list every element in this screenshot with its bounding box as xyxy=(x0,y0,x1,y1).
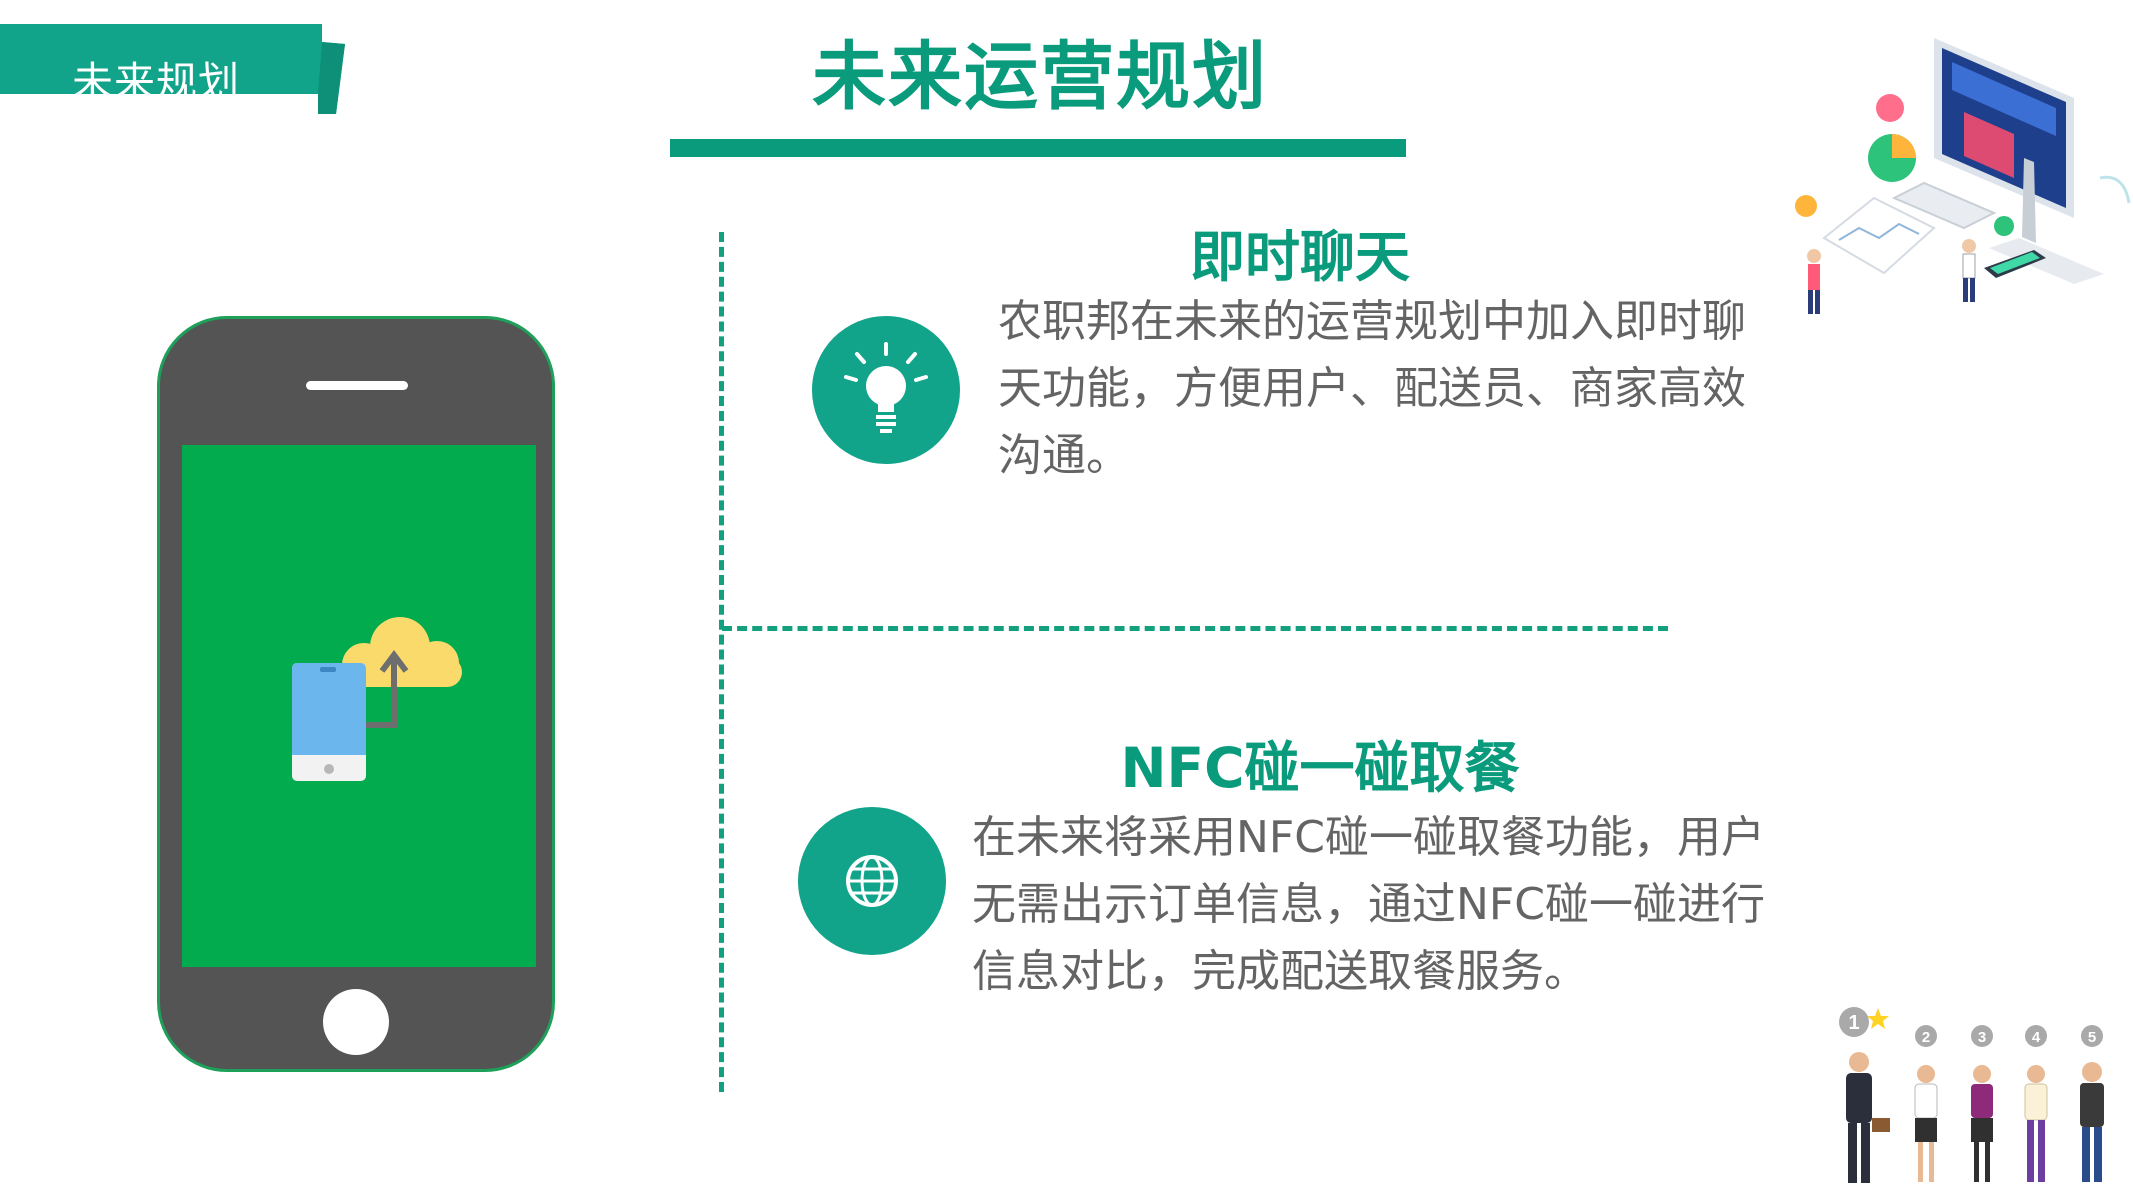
feature-description-chat: 农职邦在未来的运营规划中加入即时聊天功能，方便用户、配送员、商家高效沟通。 xyxy=(998,296,1746,481)
feature-title-chat: 即时聊天 xyxy=(1189,225,1410,289)
ranking-people-illustration: 1 2 3 4 5 xyxy=(1839,1007,2104,1183)
horizontal-divider xyxy=(722,626,1668,631)
tech-illustration xyxy=(1795,38,2131,314)
rank-label-1: 1 xyxy=(1848,1012,1859,1034)
lightbulb-icon xyxy=(844,342,928,433)
section-tab-label: 未来规划 xyxy=(72,58,240,106)
feature-description-nfc: 在未来将采用NFC碰一碰取餐功能，用户无需出示订单信息，通过NFC碰一碰进行信息… xyxy=(972,812,1765,997)
feature-icon-circle-nfc xyxy=(798,807,946,955)
page-title: 未来运营规划 xyxy=(812,34,1268,120)
phone-home-button xyxy=(323,989,389,1055)
feature-title-nfc: NFC碰一碰取餐 xyxy=(1120,736,1520,800)
rank-label-3: 3 xyxy=(1978,1029,1986,1046)
rank-label-4: 4 xyxy=(2032,1029,2041,1046)
vertical-divider xyxy=(719,232,724,1092)
rank-label-2: 2 xyxy=(1922,1029,1930,1046)
phone-screen xyxy=(182,445,536,967)
phone-illustration xyxy=(157,316,555,1072)
section-tab: 未来规划 xyxy=(0,24,345,114)
rank-label-5: 5 xyxy=(2088,1029,2096,1046)
title-underline xyxy=(670,139,1406,157)
feature-icon-circle-chat xyxy=(812,316,960,464)
slide: 未来规划 未来运营规划 即时聊天 农职邦在未来的运营规划中加入即时聊天功能，方便… xyxy=(0,0,2133,1200)
globe-icon xyxy=(846,855,898,907)
phone-speaker xyxy=(306,381,408,390)
cloud-upload-icon xyxy=(292,617,462,781)
